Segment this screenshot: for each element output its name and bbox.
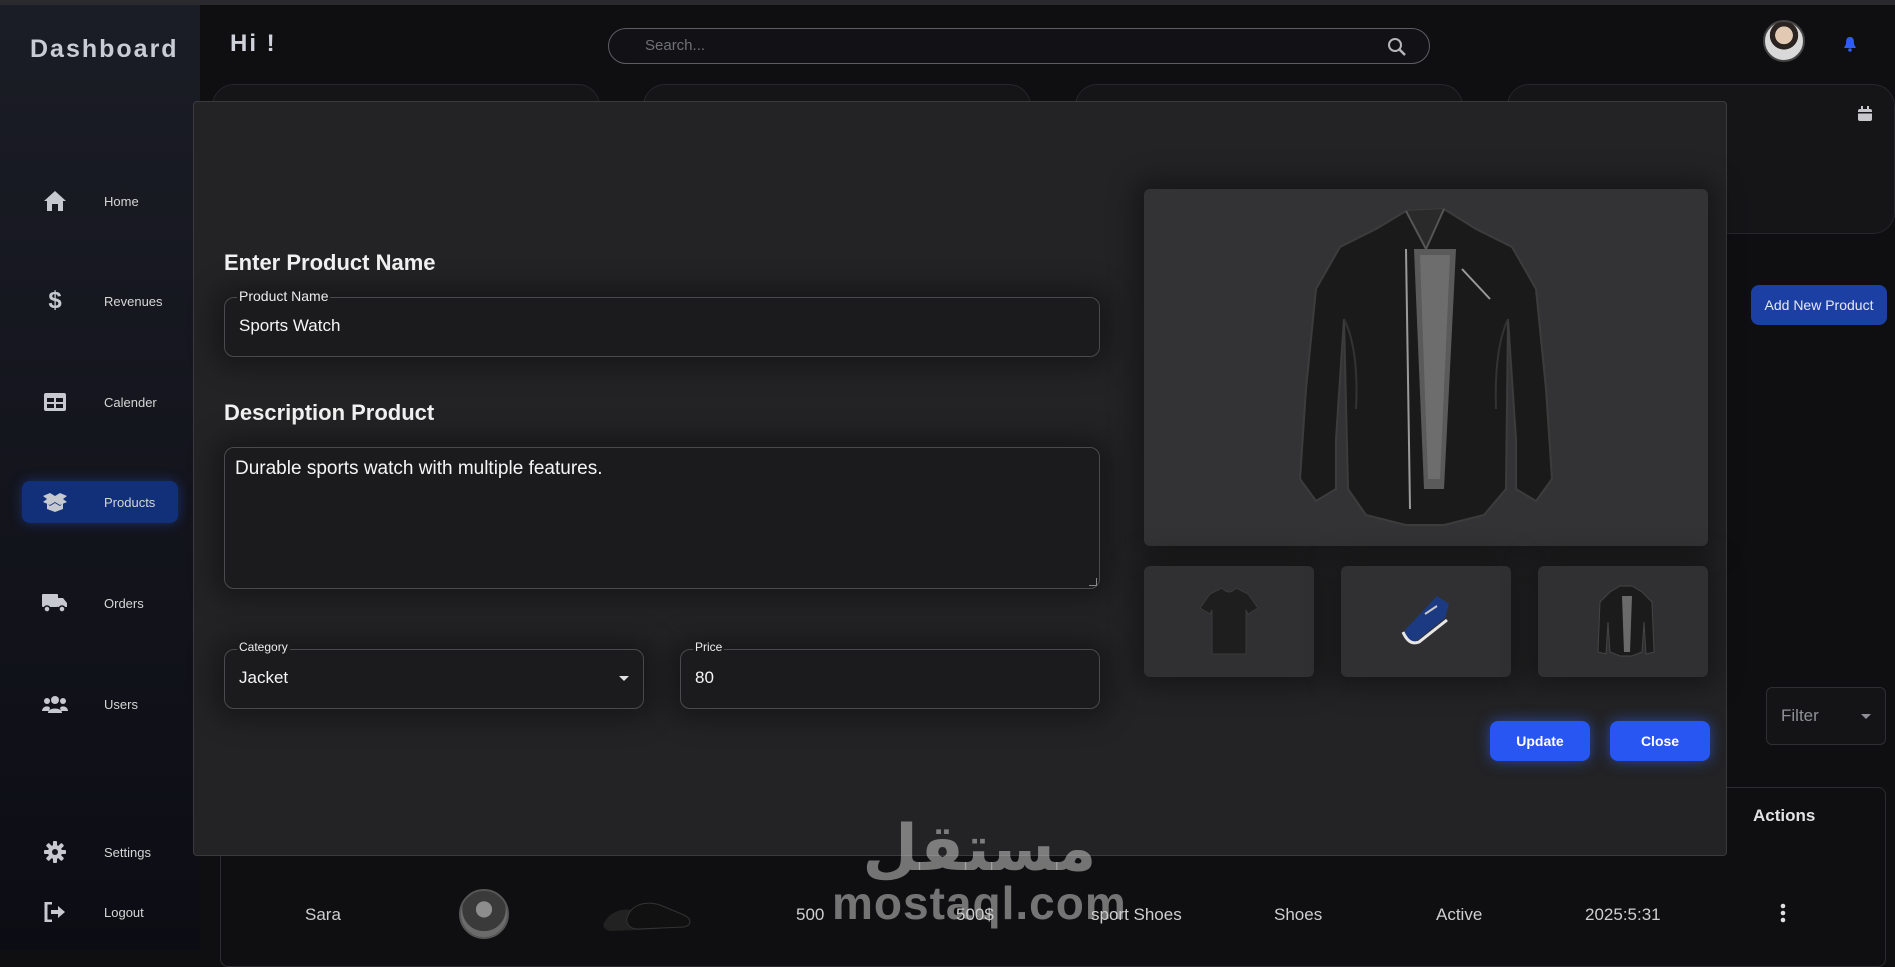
search-bar xyxy=(608,28,1430,64)
description-title: Description Product xyxy=(224,400,435,425)
sidebar-item-revenues[interactable]: $ Revenues xyxy=(22,280,178,322)
avatar[interactable] xyxy=(1763,20,1805,62)
sidebar-item-label: Home xyxy=(104,193,139,209)
category-cell: Shoes xyxy=(1274,905,1323,924)
description-value: Durable sports watch with multiple featu… xyxy=(235,458,603,479)
calendar-icon[interactable] xyxy=(1857,106,1873,127)
actions-column-header: Actions xyxy=(1753,806,1816,825)
brand-title: Dashboard xyxy=(30,35,179,63)
jacket-illustration xyxy=(1298,207,1554,526)
edit-product-modal: Enter Product Name Product Name Sports W… xyxy=(193,101,1727,856)
sidebar-item-orders[interactable]: Orders xyxy=(22,582,178,624)
category-value: Jacket xyxy=(239,668,289,687)
customer-cell: Sara xyxy=(305,905,341,924)
bell-icon[interactable] xyxy=(1843,36,1857,57)
sidebar-item-home[interactable]: Home xyxy=(22,180,178,222)
filter-label: Filter xyxy=(1781,706,1819,725)
sidebar-item-label: Settings xyxy=(104,844,151,860)
watermark: مستقل mostaql.com xyxy=(832,812,1127,929)
sidebar-item-label: Logout xyxy=(104,904,144,920)
top-border xyxy=(0,0,1895,5)
product-thumbnail xyxy=(602,893,694,937)
category-label: Category xyxy=(237,640,290,654)
name-section-title: Enter Product Name xyxy=(224,250,436,275)
category-select[interactable]: Category Jacket xyxy=(224,640,644,709)
home-icon xyxy=(42,188,68,214)
status-cell: Active xyxy=(1436,905,1483,924)
thumbnail-tshirt[interactable] xyxy=(1144,566,1314,677)
date-cell: 2025:5:31 xyxy=(1585,905,1661,924)
search-icon[interactable] xyxy=(1387,37,1407,62)
sidebar-item-logout[interactable]: Logout xyxy=(22,891,178,933)
product-main-image xyxy=(1144,189,1708,546)
price-field[interactable]: Price 80 xyxy=(680,640,1100,709)
dollar-icon: $ xyxy=(48,287,62,314)
description-textarea[interactable]: Durable sports watch with multiple featu… xyxy=(224,447,1100,589)
more-options-icon[interactable] xyxy=(1780,903,1786,928)
sidebar-item-users[interactable]: Users xyxy=(22,683,178,725)
sidebar-item-label: Orders xyxy=(104,595,144,611)
box-icon xyxy=(42,489,68,515)
product-name-value: Sports Watch xyxy=(239,316,341,335)
product-name-field[interactable]: Product Name Sports Watch xyxy=(224,288,1100,357)
chevron-down-icon xyxy=(1861,714,1871,719)
greeting: Hi ! xyxy=(230,30,277,57)
truck-icon xyxy=(42,590,68,616)
chevron-down-icon xyxy=(619,676,629,681)
sidebar-item-label: Products xyxy=(104,494,156,510)
sidebar-item-label: Users xyxy=(104,696,138,712)
sidebar-item-label: Revenues xyxy=(104,293,163,309)
add-new-product-button[interactable]: Add New Product xyxy=(1751,285,1887,325)
sidebar-item-label: Calender xyxy=(104,394,157,410)
price-label: Price xyxy=(693,640,725,654)
quantity-cell: 500 xyxy=(796,905,825,924)
close-button[interactable]: Close xyxy=(1610,721,1710,761)
customer-avatar xyxy=(459,889,509,939)
sidebar-item-calender[interactable]: Calender xyxy=(22,381,178,423)
sidebar: Dashboard Home $ Revenues Calender Produ… xyxy=(0,5,200,950)
watermark-latin: mostaql.com xyxy=(832,877,1127,929)
gear-icon xyxy=(42,839,68,865)
search-input[interactable] xyxy=(645,37,1345,54)
filter-select[interactable]: Filter xyxy=(1766,687,1886,745)
update-button[interactable]: Update xyxy=(1490,721,1590,761)
sidebar-item-settings[interactable]: Settings xyxy=(22,831,178,873)
table-icon xyxy=(42,389,68,415)
watermark-arabic: مستقل xyxy=(862,812,1097,886)
users-icon xyxy=(42,691,68,717)
logout-icon xyxy=(42,899,68,925)
sidebar-item-products[interactable]: Products xyxy=(22,481,178,523)
thumbnail-sneaker[interactable] xyxy=(1341,566,1511,677)
resize-handle[interactable] xyxy=(1089,578,1097,586)
thumbnail-jacket[interactable] xyxy=(1538,566,1708,677)
product-name-label: Product Name xyxy=(237,288,331,304)
price-value: 80 xyxy=(695,668,714,687)
